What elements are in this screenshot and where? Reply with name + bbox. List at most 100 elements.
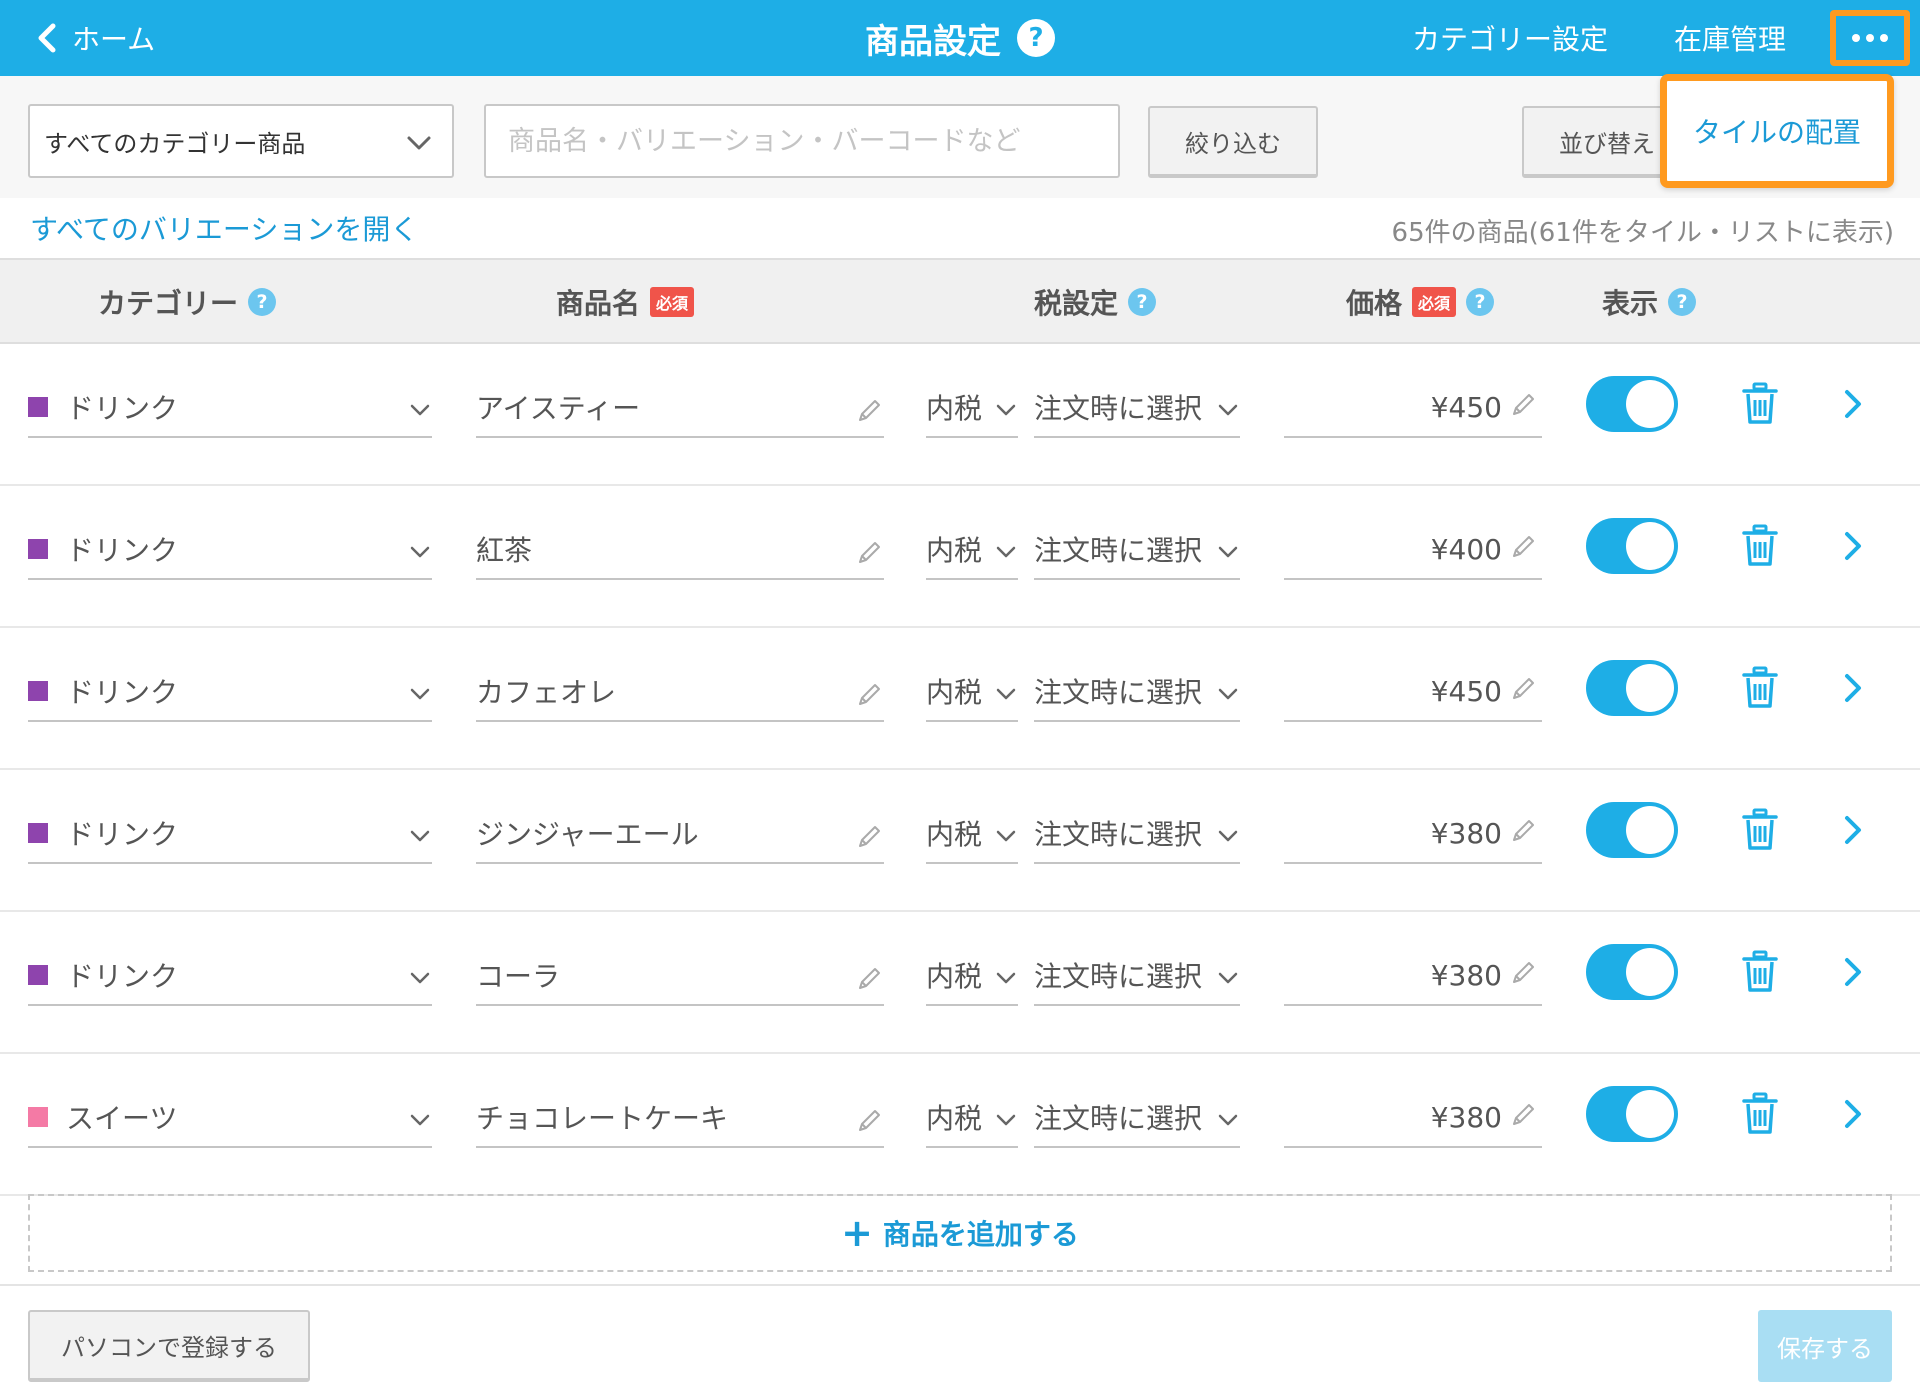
chevron-right-icon[interactable] [1842,388,1864,420]
help-icon[interactable]: ? [1466,288,1495,316]
column-label: 価格 [1346,287,1403,320]
page-title: 商品設定 [865,21,1001,62]
category-select[interactable]: ドリンク [28,804,432,864]
save-button[interactable]: 保存する [1758,1310,1892,1382]
tax-type-value: 内税 [926,392,983,425]
category-select[interactable]: ドリンク [28,662,432,722]
more-dot-icon [1880,34,1888,42]
category-settings-link[interactable]: カテゴリー設定 [1412,0,1608,76]
pencil-icon [859,1110,880,1131]
trash-icon[interactable] [1742,1092,1778,1136]
product-name-value: コーラ [476,960,561,993]
tax-type-select[interactable]: 内税 [926,1088,1018,1148]
chevron-down-icon [1218,972,1238,984]
chevron-down-icon [996,688,1016,700]
display-toggle[interactable] [1586,802,1678,858]
add-product-label: 商品を追加する [882,1218,1079,1251]
table-row: スイーツ チョコレートケーキ 内税 注文時に選択 ¥380 [0,1054,1920,1196]
app-header: ホーム 商品設定 ? カテゴリー設定 在庫管理 [0,0,1920,76]
table-row: ドリンク 紅茶 内税 注文時に選択 ¥400 [0,486,1920,628]
display-toggle[interactable] [1586,1086,1678,1142]
chevron-down-icon [1218,688,1238,700]
back-button[interactable]: ホーム [36,0,155,76]
pencil-icon [1513,962,1534,983]
category-color-swatch [28,539,48,559]
category-color-swatch [28,681,48,701]
price-field[interactable]: ¥380 [1284,804,1542,864]
chevron-down-icon [996,404,1016,416]
display-toggle[interactable] [1586,660,1678,716]
filter-button[interactable]: 絞り込む [1148,106,1318,178]
pencil-icon [1513,536,1534,557]
tax-rate-select[interactable]: 注文時に選択 [1034,946,1240,1006]
price-field[interactable]: ¥400 [1284,520,1542,580]
chevron-right-icon[interactable] [1842,1098,1864,1130]
column-header-category: カテゴリー ? [98,260,277,344]
category-color-swatch [28,823,48,843]
trash-icon[interactable] [1742,950,1778,994]
tax-rate-value: 注文時に選択 [1034,1102,1203,1135]
price-value: ¥380 [1430,816,1502,850]
table-row: ドリンク カフェオレ 内税 注文時に選択 ¥450 [0,628,1920,770]
tax-type-select[interactable]: 内税 [926,378,1018,438]
display-toggle[interactable] [1586,518,1678,574]
product-name-field[interactable]: ジンジャーエール [476,804,884,864]
trash-icon[interactable] [1742,524,1778,568]
help-icon[interactable]: ? [1017,19,1055,57]
expand-all-variations-link[interactable]: すべてのバリエーションを開く [30,208,418,248]
category-select[interactable]: ドリンク [28,946,432,1006]
price-field[interactable]: ¥380 [1284,1088,1542,1148]
tax-type-value: 内税 [926,1102,983,1135]
tax-type-value: 内税 [926,960,983,993]
tax-type-select[interactable]: 内税 [926,946,1018,1006]
toggle-knob [1626,1090,1674,1138]
chevron-down-icon [410,688,430,700]
product-name-field[interactable]: カフェオレ [476,662,884,722]
add-product-button[interactable]: + 商品を追加する [28,1194,1892,1272]
category-filter-select[interactable]: すべてのカテゴリー商品 [28,104,454,178]
tax-type-select[interactable]: 内税 [926,804,1018,864]
display-toggle[interactable] [1586,376,1678,432]
chevron-right-icon[interactable] [1842,672,1864,704]
category-select[interactable]: ドリンク [28,520,432,580]
help-icon[interactable]: ? [1128,288,1157,316]
trash-icon[interactable] [1742,666,1778,710]
tax-rate-select[interactable]: 注文時に選択 [1034,520,1240,580]
register-on-pc-button[interactable]: パソコンで登録する [28,1310,310,1382]
tax-rate-select[interactable]: 注文時に選択 [1034,662,1240,722]
tax-rate-select[interactable]: 注文時に選択 [1034,1088,1240,1148]
chevron-down-icon [1218,404,1238,416]
tax-type-select[interactable]: 内税 [926,520,1018,580]
product-count: 65件の商品(61件をタイル・リストに表示) [1391,218,1894,248]
menu-item-tile-layout[interactable]: タイルの配置 [1660,74,1894,188]
help-icon[interactable]: ? [248,288,277,316]
trash-icon[interactable] [1742,808,1778,852]
category-select[interactable]: ドリンク [28,378,432,438]
help-icon[interactable]: ? [1668,288,1697,316]
tax-rate-select[interactable]: 注文時に選択 [1034,378,1240,438]
price-field[interactable]: ¥450 [1284,378,1542,438]
toggle-knob [1626,380,1674,428]
price-field[interactable]: ¥380 [1284,946,1542,1006]
product-name-field[interactable]: コーラ [476,946,884,1006]
product-name-field[interactable]: チョコレートケーキ [476,1088,884,1148]
column-label: カテゴリー [98,287,239,320]
chevron-right-icon[interactable] [1842,956,1864,988]
inventory-link[interactable]: 在庫管理 [1674,0,1786,76]
tax-rate-select[interactable]: 注文時に選択 [1034,804,1240,864]
display-toggle[interactable] [1586,944,1678,1000]
category-select[interactable]: スイーツ [28,1088,432,1148]
product-name-field[interactable]: 紅茶 [476,520,884,580]
trash-icon[interactable] [1742,382,1778,426]
chevron-right-icon[interactable] [1842,814,1864,846]
price-field[interactable]: ¥450 [1284,662,1542,722]
more-menu-button[interactable] [1830,10,1910,66]
column-label: 商品名 [556,287,641,320]
price-value: ¥450 [1430,674,1502,708]
tax-type-select[interactable]: 内税 [926,662,1018,722]
pencil-icon [859,968,880,989]
product-name-field[interactable]: アイスティー [476,378,884,438]
price-value: ¥380 [1430,958,1502,992]
search-input[interactable] [484,104,1120,178]
chevron-right-icon[interactable] [1842,530,1864,562]
